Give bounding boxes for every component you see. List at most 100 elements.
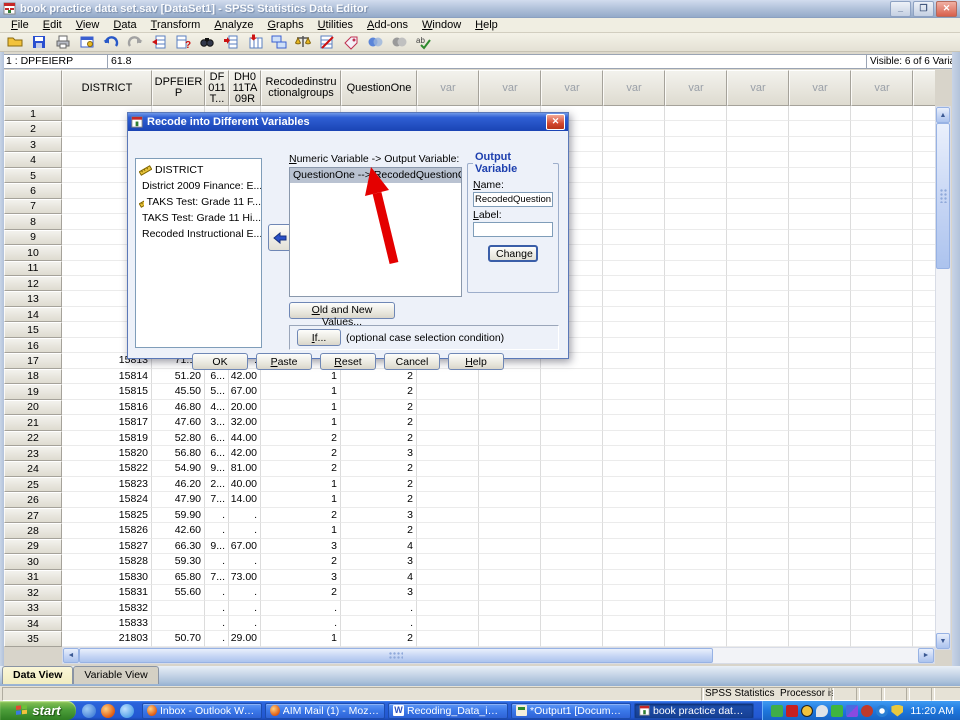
cell-recodedinstructionalgroups[interactable]: 1 xyxy=(261,492,341,508)
insert-case-icon[interactable] xyxy=(220,34,241,51)
cell-dpfeierp[interactable] xyxy=(152,615,205,632)
row-number[interactable]: 10 xyxy=(4,245,62,261)
cell-questionone[interactable]: 3 xyxy=(341,554,417,570)
row-number[interactable]: 16 xyxy=(4,337,62,354)
cancel-button[interactable]: Cancel xyxy=(384,353,440,370)
var-column-header[interactable]: var xyxy=(913,70,935,106)
row-number[interactable]: 28 xyxy=(4,523,62,539)
split-file-icon[interactable] xyxy=(268,34,289,51)
menu-item[interactable]: Transform xyxy=(144,18,208,33)
row-number[interactable]: 17 xyxy=(4,353,62,369)
taskbar-button-recoding-doc[interactable]: W Recoding_Data_in_S... xyxy=(388,702,508,719)
column-header[interactable]: DPFEIERP xyxy=(152,70,205,106)
undo-icon[interactable] xyxy=(100,34,121,51)
cell-dh011ta09r[interactable]: 67.00 xyxy=(229,538,261,555)
menu-item[interactable]: Graphs xyxy=(260,18,310,33)
list-item[interactable]: District 2009 Finance: E... xyxy=(136,178,261,194)
windows-update-icon[interactable] xyxy=(846,704,859,717)
change-button[interactable]: Change xyxy=(488,245,538,262)
row-number[interactable]: 13 xyxy=(4,291,62,307)
row-number[interactable]: 1 xyxy=(4,106,62,122)
cell-df011t[interactable]: 6... xyxy=(205,368,229,385)
row-number[interactable]: 35 xyxy=(4,631,62,647)
cell-dh011ta09r[interactable]: 14.00 xyxy=(229,492,261,508)
cell-recodedinstructionalgroups[interactable]: 1 xyxy=(261,476,341,493)
dialog-close-icon[interactable]: ✕ xyxy=(546,114,565,130)
row-number[interactable]: 19 xyxy=(4,384,62,400)
row-number[interactable]: 20 xyxy=(4,399,62,416)
cell-recodedinstructionalgroups[interactable]: 2 xyxy=(261,445,341,462)
cell-dpfeierp[interactable]: 45.50 xyxy=(152,384,205,400)
cell-df011t[interactable]: 7... xyxy=(205,569,229,586)
cell-df011t[interactable]: 6... xyxy=(205,445,229,462)
row-number[interactable]: 24 xyxy=(4,461,62,477)
taskbar-button-output1[interactable]: *Output1 [Document... xyxy=(511,702,631,719)
cell-questionone[interactable]: 2 xyxy=(341,631,417,647)
cell-dpfeierp[interactable]: 52.80 xyxy=(152,430,205,446)
var-column-header[interactable]: var xyxy=(665,70,727,106)
print-icon[interactable] xyxy=(52,34,73,51)
save-icon[interactable] xyxy=(28,34,49,51)
cell-dpfeierp[interactable]: 65.80 xyxy=(152,569,205,586)
cell-questionone[interactable]: 2 xyxy=(341,523,417,539)
firefox-icon[interactable] xyxy=(101,703,115,718)
list-item[interactable]: TAKS Test: Grade 11 Hi... xyxy=(136,210,261,226)
numeric-output-variable-list[interactable]: QuestionOne --> RecodedQuestionOne xyxy=(289,167,462,297)
menu-item[interactable]: Utilities xyxy=(311,18,360,33)
row-number[interactable]: 3 xyxy=(4,136,62,153)
row-number[interactable]: 14 xyxy=(4,306,62,323)
cell-df011t[interactable]: . xyxy=(205,600,229,616)
cell-district[interactable]: 15822 xyxy=(62,461,152,477)
row-number[interactable]: 6 xyxy=(4,183,62,199)
paste-button[interactable]: Paste xyxy=(256,353,312,370)
cell-recodedinstructionalgroups[interactable]: 1 xyxy=(261,631,341,647)
cell-dh011ta09r[interactable]: 20.00 xyxy=(229,399,261,416)
taskbar-clock[interactable]: 11:20 AM xyxy=(906,705,954,717)
row-number[interactable]: 25 xyxy=(4,476,62,493)
cell-recodedinstructionalgroups[interactable]: 1 xyxy=(261,399,341,416)
cell-questionone[interactable]: 2 xyxy=(341,368,417,385)
antivirus-icon[interactable] xyxy=(801,704,814,717)
column-header[interactable]: DISTRICT xyxy=(62,70,152,106)
cell-recodedinstructionalgroups[interactable]: 1 xyxy=(261,384,341,400)
cell-dh011ta09r[interactable]: . xyxy=(229,585,261,601)
vertical-scrollbar[interactable]: ▲ ▼ xyxy=(935,106,951,650)
taskbar-button-aim-mail[interactable]: AIM Mail (1) - Mozilla ... xyxy=(265,702,385,719)
recall-dialogs-icon[interactable] xyxy=(76,34,97,51)
select-cases-icon[interactable] xyxy=(316,34,337,51)
cell-dh011ta09r[interactable]: 29.00 xyxy=(229,631,261,647)
cell-questionone[interactable]: 2 xyxy=(341,415,417,431)
row-number[interactable]: 12 xyxy=(4,275,62,292)
cell-district[interactable]: 15817 xyxy=(62,415,152,431)
redo-icon[interactable] xyxy=(124,34,145,51)
cell-dpfeierp[interactable]: 59.90 xyxy=(152,507,205,524)
row-number[interactable]: 5 xyxy=(4,167,62,184)
cell-dpfeierp[interactable]: 54.90 xyxy=(152,461,205,477)
tab-variable-view[interactable]: Variable View xyxy=(73,666,159,684)
cell-district[interactable]: 15830 xyxy=(62,569,152,586)
row-number[interactable]: 22 xyxy=(4,430,62,446)
if-button[interactable]: If... xyxy=(297,329,341,346)
row-number[interactable]: 34 xyxy=(4,615,62,632)
goto-case-icon[interactable] xyxy=(148,34,169,51)
cell-dpfeierp[interactable]: 66.30 xyxy=(152,538,205,555)
cell-dpfeierp[interactable]: 50.70 xyxy=(152,631,205,647)
tab-data-view[interactable]: Data View xyxy=(2,666,74,684)
cell-recodedinstructionalgroups[interactable]: 2 xyxy=(261,507,341,524)
cell-df011t[interactable]: . xyxy=(205,554,229,570)
ok-button[interactable]: OK xyxy=(192,353,248,370)
name-field[interactable] xyxy=(473,192,553,207)
cell-recodedinstructionalgroups[interactable]: 2 xyxy=(261,585,341,601)
scroll-down-icon[interactable]: ▼ xyxy=(936,633,950,649)
cell-questionone[interactable]: 2 xyxy=(341,461,417,477)
row-number[interactable]: 18 xyxy=(4,368,62,385)
cell-df011t[interactable]: . xyxy=(205,507,229,524)
cell-df011t[interactable]: . xyxy=(205,631,229,647)
cell-dpfeierp[interactable]: 42.60 xyxy=(152,523,205,539)
column-header[interactable]: DH011TA09R xyxy=(229,70,261,106)
list-item[interactable]: TAKS Test: Grade 11 F... xyxy=(136,194,261,210)
menu-item[interactable]: Window xyxy=(415,18,468,33)
row-number[interactable]: 32 xyxy=(4,585,62,601)
help-button[interactable]: Help xyxy=(448,353,504,370)
row-number[interactable]: 23 xyxy=(4,445,62,462)
